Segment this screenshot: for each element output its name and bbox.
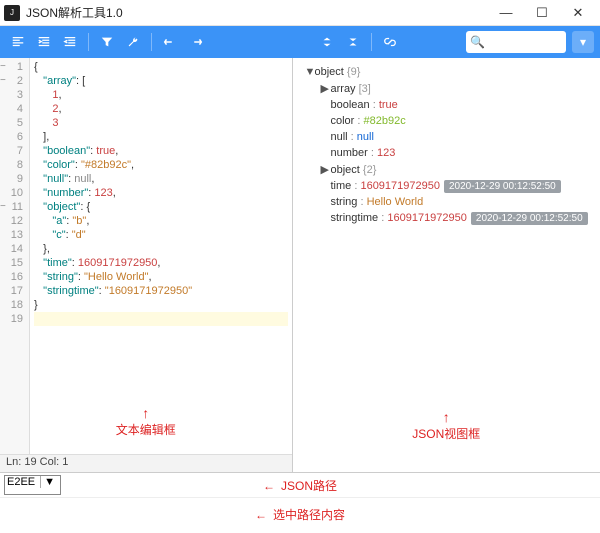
code-body[interactable]: { "array": [ 1, 2, 3 ], "boolean": true,…	[30, 58, 292, 454]
timestamp-badge: 2020-12-29 00:12:52:50	[471, 212, 588, 225]
tree-node[interactable]: color : #82b92c	[301, 113, 593, 129]
tree-node[interactable]: boolean : true	[301, 97, 593, 113]
search-input[interactable]	[485, 36, 555, 48]
chevron-down-icon: ▼	[40, 476, 58, 488]
path-dropdown[interactable]: E2EE ▼	[4, 475, 61, 495]
close-button[interactable]: ✕	[560, 0, 596, 26]
expand-all-icon[interactable]	[341, 30, 365, 54]
outdent-icon[interactable]	[58, 30, 82, 54]
toolbar: 🔍 ▾	[0, 26, 600, 58]
line-gutter: 12345678910111213141516171819	[0, 58, 30, 454]
caret-icon[interactable]: ▼	[305, 66, 315, 78]
dropdown-value: E2EE	[7, 476, 37, 488]
tree-node[interactable]: time : 16091719729502020-12-29 00:12:52:…	[301, 178, 593, 194]
wrench-icon[interactable]	[121, 30, 145, 54]
code-editor[interactable]: 12345678910111213141516171819 { "array":…	[0, 58, 292, 454]
filter-icon[interactable]	[95, 30, 119, 54]
tree-annotation: ↑ JSON视图框	[412, 409, 480, 442]
json-path-row: E2EE ▼ JSON路径	[0, 473, 600, 497]
tree-node[interactable]: number : 123	[301, 145, 593, 161]
align-left-icon[interactable]	[6, 30, 30, 54]
status-bar: Ln: 19 Col: 1	[0, 454, 292, 472]
tree-node[interactable]: null : null	[301, 129, 593, 145]
timestamp-badge: 2020-12-29 00:12:52:50	[444, 180, 561, 193]
search-box[interactable]: 🔍	[466, 31, 566, 53]
arrow-up-icon: ↑	[412, 409, 480, 425]
indent-icon[interactable]	[32, 30, 56, 54]
tree-pane[interactable]: ▼object {9} ▶array [3] boolean : true co…	[293, 58, 600, 472]
search-options-button[interactable]: ▾	[572, 31, 594, 53]
maximize-button[interactable]: ☐	[524, 0, 560, 26]
tree-node[interactable]: string : Hello World	[301, 194, 593, 210]
tree-node[interactable]: stringtime : 16091719729502020-12-29 00:…	[301, 210, 593, 226]
tree-node[interactable]: ▼object {9}	[301, 64, 593, 80]
caret-icon[interactable]: ▶	[321, 82, 331, 95]
redo-icon[interactable]	[184, 30, 208, 54]
path-content-row: 选中路径内容	[0, 497, 600, 533]
content-annotation: 选中路径内容	[255, 506, 345, 523]
editor-pane: 12345678910111213141516171819 { "array":…	[0, 58, 293, 472]
tree-node[interactable]: ▶array [3]	[301, 80, 593, 97]
collapse-all-icon[interactable]	[315, 30, 339, 54]
window-title: JSON解析工具1.0	[26, 4, 488, 21]
undo-icon[interactable]	[158, 30, 182, 54]
bottom-panel: E2EE ▼ JSON路径 选中路径内容	[0, 472, 600, 533]
main-area: 12345678910111213141516171819 { "array":…	[0, 58, 600, 472]
titlebar: J JSON解析工具1.0 — ☐ ✕	[0, 0, 600, 26]
path-annotation: JSON路径	[263, 477, 337, 494]
tree-node[interactable]: ▶object {2}	[301, 161, 593, 178]
caret-icon[interactable]: ▶	[321, 163, 331, 176]
search-icon: 🔍	[470, 35, 485, 49]
minimize-button[interactable]: —	[488, 0, 524, 26]
app-logo-icon: J	[4, 5, 20, 21]
link-icon[interactable]	[378, 30, 402, 54]
